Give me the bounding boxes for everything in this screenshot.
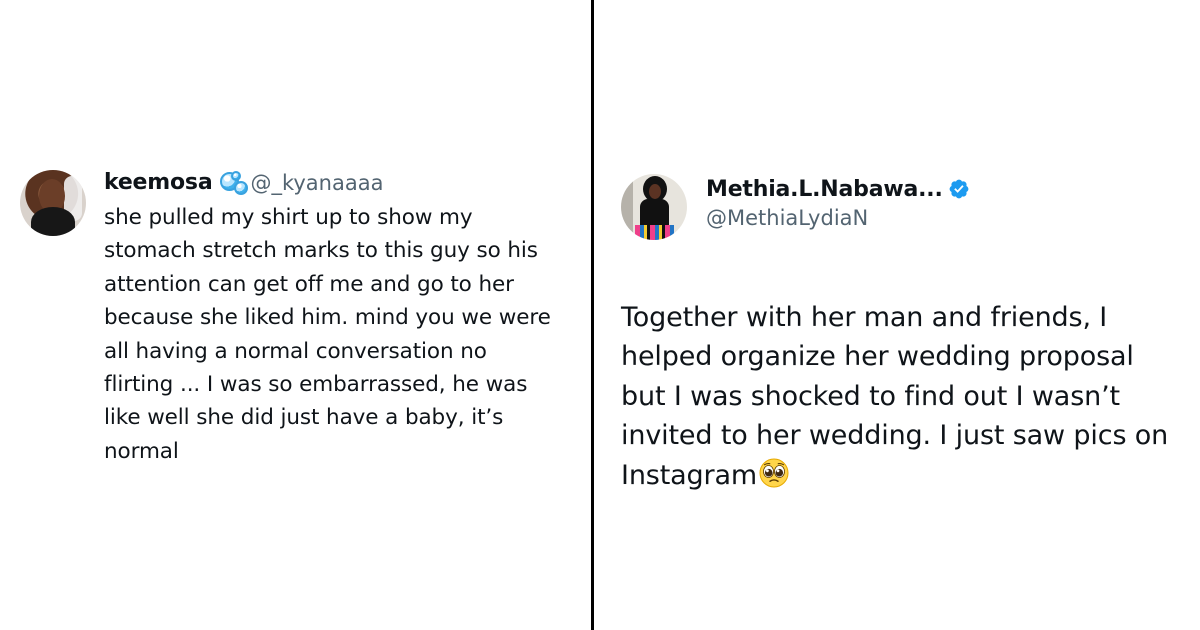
tweet-text-container: Together with her man and friends, I hel…	[621, 258, 1196, 496]
avatar-face	[649, 184, 661, 199]
bubbles-emoji-icon	[219, 171, 249, 195]
avatar-shoulders	[31, 207, 75, 236]
tweet-header-methia: Methia.L.Nabawa...	[706, 174, 1186, 204]
pleading-face-emoji-icon	[759, 458, 789, 488]
vertical-divider	[591, 0, 594, 630]
display-name[interactable]: keemosa	[104, 168, 213, 198]
tweet-text: she pulled my shirt up to show my stomac…	[104, 205, 551, 464]
avatar-skirt	[635, 225, 674, 240]
bubble-medium	[234, 181, 249, 195]
avatar-keemosa[interactable]	[20, 170, 86, 236]
tweet-text: Together with her man and friends, I hel…	[621, 301, 1169, 491]
tweet-header-keemosa: keemosa @_kyanaaaa	[104, 168, 584, 198]
tweet-content-methia: Methia.L.Nabawa... @MethiaLydiaN	[706, 174, 1186, 230]
tweet-content-keemosa: keemosa @_kyanaaaa she pulled my shirt u…	[104, 168, 584, 468]
display-name[interactable]: Methia.L.Nabawa...	[706, 177, 943, 202]
username-handle[interactable]: @_kyanaaaa	[250, 168, 383, 198]
avatar-methia[interactable]	[621, 174, 687, 240]
tweet-comparison-screenshot: keemosa @_kyanaaaa she pulled my shirt u…	[0, 0, 1200, 630]
username-handle[interactable]: @MethiaLydiaN	[706, 206, 1186, 230]
verified-badge-icon	[949, 179, 969, 199]
bubble-small	[231, 171, 242, 181]
